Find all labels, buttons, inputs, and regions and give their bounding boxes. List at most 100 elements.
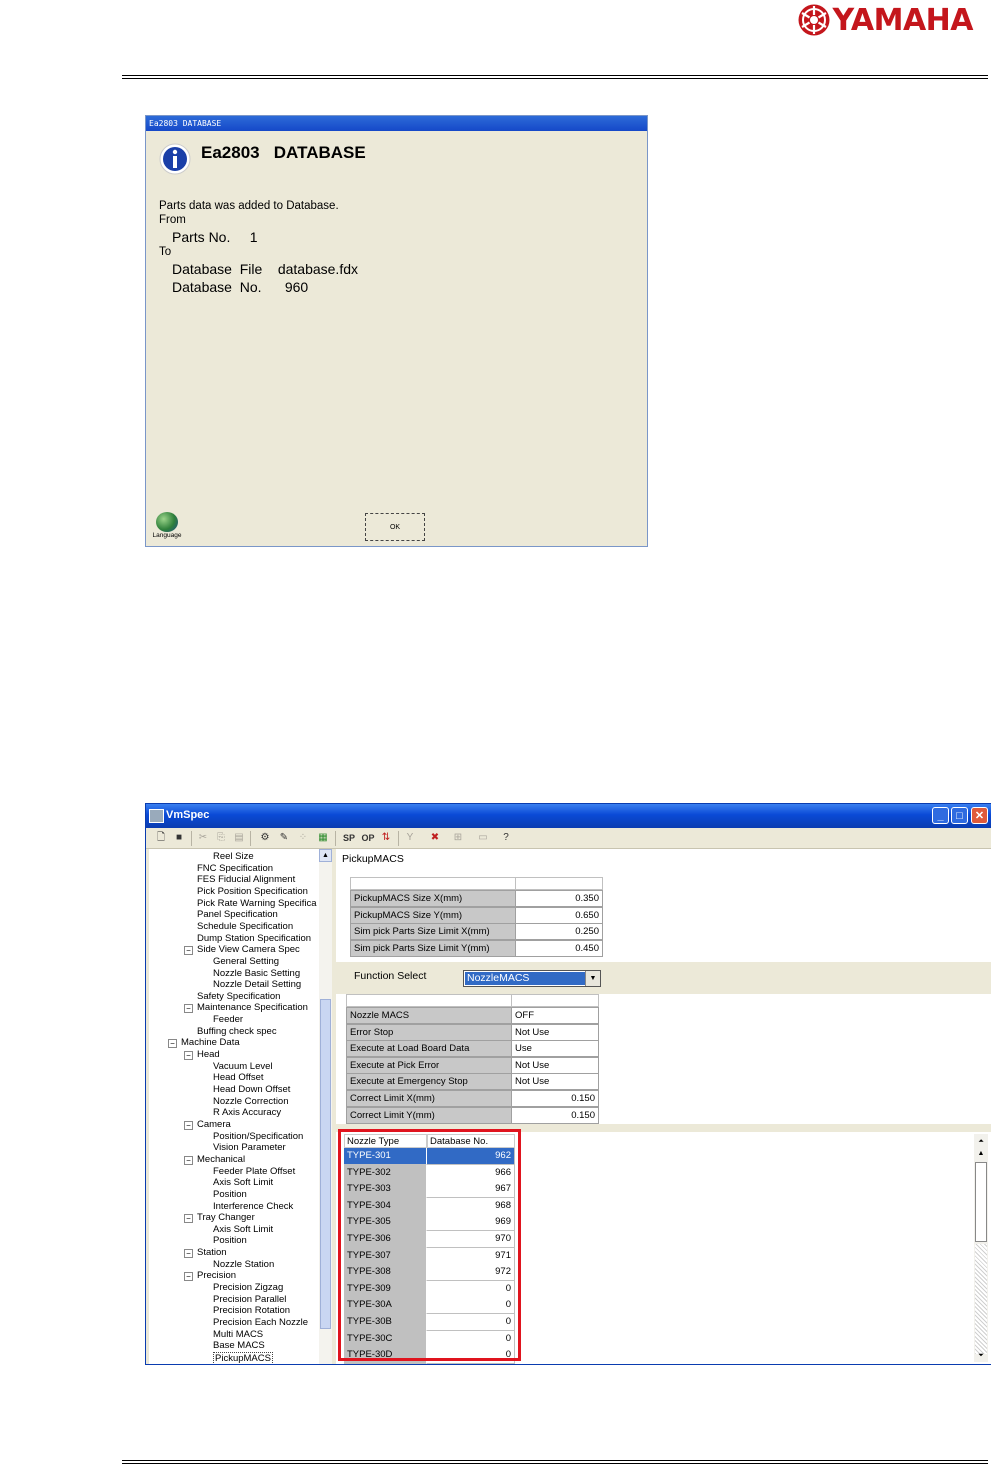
ok-button[interactable]: OK (365, 513, 425, 541)
tree-item[interactable]: Schedule Specification (197, 921, 293, 932)
tree-scrollbar[interactable]: ▲ (319, 849, 332, 1364)
nozzle-param-value[interactable]: Not Use (511, 1023, 599, 1041)
settings-grid-icon[interactable]: ⊞ (451, 831, 465, 845)
tree-item[interactable]: Feeder Plate Offset (213, 1166, 295, 1177)
tree-item[interactable]: Precision Rotation (213, 1305, 290, 1316)
tree-item[interactable]: PickupMACS (213, 1351, 273, 1364)
tree-item[interactable]: Head Down Offset (213, 1084, 290, 1095)
tree-item[interactable]: General Setting (213, 956, 279, 967)
tree-item[interactable]: Side View Camera Spec (197, 944, 300, 955)
tree-item[interactable]: Head Offset (213, 1072, 264, 1083)
size-table-header (515, 877, 603, 890)
tree-item[interactable]: Feeder (213, 1014, 243, 1025)
tree-item[interactable]: Reel Size (213, 851, 254, 862)
scroll-bottom-icon[interactable]: ⏷ (975, 1350, 987, 1362)
tree-expander-icon[interactable]: − (184, 1155, 193, 1165)
device-icon[interactable]: ▭ (476, 831, 490, 845)
header-rule (122, 75, 988, 79)
new-file-icon[interactable]: 🗋 (154, 831, 168, 845)
maximize-button[interactable]: □ (951, 807, 968, 824)
sp-button[interactable]: SP (341, 831, 357, 845)
nozzle-param-label: Correct Limit X(mm) (346, 1090, 512, 1107)
tree-expander-icon[interactable]: − (168, 1039, 177, 1049)
tree-expander-icon[interactable]: − (184, 946, 193, 956)
tree-item[interactable]: FNC Specification (197, 863, 273, 874)
tree-item[interactable]: Nozzle Station (213, 1259, 274, 1270)
nozzle-param-value[interactable]: Not Use (511, 1073, 599, 1091)
nozzle-param-value[interactable]: 0.150 (511, 1090, 599, 1107)
size-param-value[interactable]: 0.450 (515, 940, 603, 958)
tree-expander-icon[interactable]: − (184, 1051, 193, 1061)
scroll-top-icon[interactable]: ⏶ (975, 1136, 987, 1148)
nozzle-icon[interactable]: Y (403, 831, 417, 845)
tree-item[interactable]: Precision Each Nozzle (213, 1317, 308, 1328)
tool-delete-icon[interactable]: ✖ (428, 831, 442, 845)
tree-item[interactable]: Tray Changer (197, 1212, 255, 1223)
tree-item[interactable]: Interference Check (213, 1201, 293, 1212)
tree-item[interactable]: Multi MACS (213, 1329, 263, 1340)
scroll-thumb[interactable] (320, 999, 331, 1329)
tree-item[interactable]: Axis Soft Limit (213, 1177, 273, 1188)
minimize-button[interactable]: _ (932, 807, 949, 824)
tree-item[interactable]: Vision Parameter (213, 1142, 286, 1153)
chevron-down-icon[interactable]: ▼ (585, 971, 600, 986)
tree-item[interactable]: Nozzle Basic Setting (213, 968, 300, 979)
feeder-edit-icon[interactable]: ✎ (277, 831, 291, 845)
tree-expander-icon[interactable]: − (184, 1214, 193, 1224)
tree-expander-icon[interactable]: − (184, 1272, 193, 1282)
tree-item[interactable]: Position/Specification (213, 1131, 303, 1142)
size-param-value[interactable]: 0.250 (515, 923, 603, 941)
tree-item[interactable]: Station (197, 1247, 227, 1258)
tree-item[interactable]: Nozzle Detail Setting (213, 979, 301, 990)
tree-item[interactable]: Axis Soft Limit (213, 1224, 273, 1235)
tree-item[interactable]: Panel Specification (197, 909, 278, 920)
tree-item[interactable]: Precision Zigzag (213, 1282, 283, 1293)
grid-icon[interactable]: ⁘ (296, 831, 310, 845)
scroll-thumb[interactable] (975, 1162, 987, 1242)
nozzle-param-value[interactable]: Use (511, 1040, 599, 1058)
size-param-value[interactable]: 0.350 (515, 890, 603, 907)
function-select-dropdown[interactable]: NozzleMACS ▼ (463, 970, 601, 987)
tree-expander-icon[interactable]: − (184, 1120, 193, 1130)
transfer-icon[interactable]: ⇅ (379, 831, 393, 845)
tree-item[interactable]: Head (197, 1049, 220, 1060)
feeder-icon[interactable]: ⚙ (258, 831, 272, 845)
nozzle-param-value[interactable]: 0.150 (511, 1106, 599, 1124)
chart-icon[interactable]: ▦ (316, 831, 330, 845)
scroll-up-icon[interactable]: ▲ (319, 849, 332, 862)
nozzle-param-value[interactable]: OFF (511, 1007, 599, 1024)
close-button[interactable]: ✕ (971, 807, 988, 824)
language-button[interactable]: Language (150, 512, 184, 544)
help-icon[interactable]: ? (499, 831, 513, 845)
copy-icon[interactable]: ⎘ (214, 831, 228, 845)
tree-item[interactable]: Safety Specification (197, 991, 280, 1002)
window-title: VmSpec (166, 809, 210, 821)
scroll-up-icon[interactable]: ▲ (975, 1148, 987, 1160)
tree-expander-icon[interactable]: − (184, 1249, 193, 1259)
cut-icon[interactable]: ✂ (196, 831, 210, 845)
tree-item[interactable]: Dump Station Specification (197, 933, 311, 944)
save-icon[interactable]: ■ (172, 831, 186, 845)
tree-item[interactable]: Maintenance Specification (197, 1002, 308, 1013)
tree-item[interactable]: FES Fiducial Alignment (197, 874, 295, 885)
grid-scrollbar[interactable]: ⏶ ▲ ⏷ (974, 1134, 988, 1362)
tree-expander-icon[interactable]: − (184, 1004, 193, 1014)
tree-item[interactable]: Precision (197, 1270, 236, 1281)
tree-item[interactable]: Pick Position Specification (197, 886, 308, 897)
tree-item[interactable]: Position (213, 1235, 247, 1246)
tree-item[interactable]: Buffing check spec (197, 1026, 277, 1037)
tree-item[interactable]: Base MACS (213, 1340, 265, 1351)
tree-item[interactable]: Nozzle Correction (213, 1096, 289, 1107)
nozzle-param-value[interactable]: Not Use (511, 1056, 599, 1074)
tree-item[interactable]: Precision Parallel (213, 1294, 286, 1305)
tree-item[interactable]: Vacuum Level (213, 1061, 273, 1072)
tree-item[interactable]: R Axis Accuracy (213, 1107, 281, 1118)
tree-item[interactable]: Camera (197, 1119, 231, 1130)
tree-item[interactable]: Pick Rate Warning Specifica (197, 898, 317, 909)
tree-item[interactable]: Mechanical (197, 1154, 245, 1165)
size-param-value[interactable]: 0.650 (515, 906, 603, 924)
paste-icon[interactable]: ▤ (232, 831, 246, 845)
op-button[interactable]: OP (360, 831, 376, 845)
tree-item[interactable]: Position (213, 1189, 247, 1200)
tree-item[interactable]: Machine Data (181, 1037, 240, 1048)
